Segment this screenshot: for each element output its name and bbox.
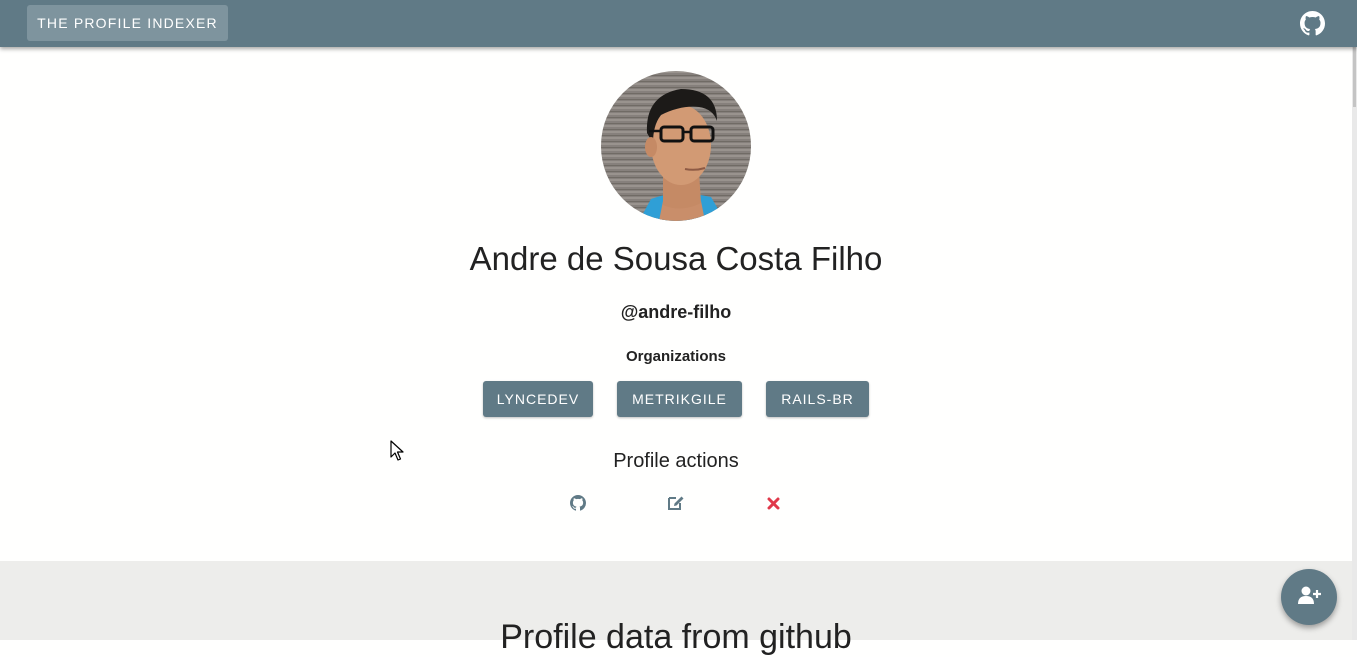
- close-icon[interactable]: [764, 494, 782, 512]
- scrollbar-track[interactable]: [1352, 47, 1357, 640]
- org-button-metrikgile[interactable]: METRIKGILE: [617, 381, 742, 417]
- add-user-icon: [1297, 585, 1321, 610]
- edit-icon[interactable]: [667, 494, 685, 512]
- add-profile-button[interactable]: [1281, 569, 1337, 625]
- profile-actions-title: Profile actions: [613, 450, 739, 472]
- organizations-title: Organizations: [625, 348, 726, 365]
- top-app-bar: THE PROFILE INDEXER: [0, 0, 1357, 47]
- profile-handle: @andre-filho: [620, 302, 732, 322]
- avatar: [601, 71, 751, 221]
- scrollbar-thumb[interactable]: [1353, 47, 1356, 107]
- profile-name: Andre de Sousa Costa Filho: [469, 240, 883, 277]
- org-button-lyncedev[interactable]: LYNCEDEV: [483, 381, 593, 417]
- brand-button[interactable]: THE PROFILE INDEXER: [27, 5, 228, 41]
- section-title: Profile data from github: [500, 618, 852, 656]
- org-button-rails-br[interactable]: RAILS-BR: [766, 381, 869, 417]
- mouse-cursor-icon: [390, 440, 404, 462]
- github-icon[interactable]: [1300, 11, 1325, 36]
- github-icon[interactable]: [569, 494, 587, 512]
